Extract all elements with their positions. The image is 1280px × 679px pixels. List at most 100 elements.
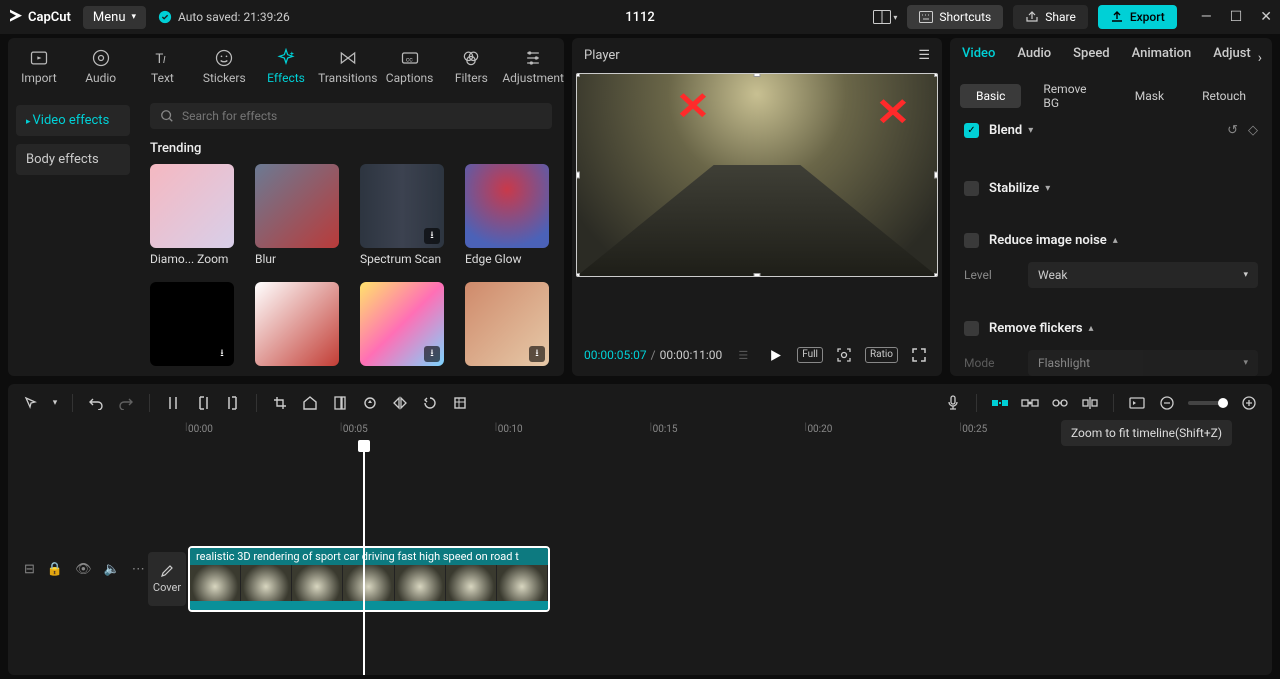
play-button[interactable] <box>764 344 786 366</box>
rtab-animation[interactable]: Animation <box>1132 46 1192 65</box>
download-icon[interactable]: ⭳ <box>424 346 440 362</box>
maximize-button[interactable]: ☐ <box>1230 9 1243 25</box>
crop2-tool[interactable] <box>447 390 473 416</box>
download-icon[interactable]: ⭳ <box>214 346 230 362</box>
download-icon[interactable]: ⭳ <box>424 228 440 244</box>
trim-right-tool[interactable] <box>220 390 246 416</box>
link-tool[interactable] <box>1017 390 1043 416</box>
minimize-button[interactable]: — <box>1201 9 1212 25</box>
panel-scroll-right-icon[interactable]: › <box>1258 50 1262 66</box>
keyframe-reset-icon[interactable]: ↺ <box>1227 123 1238 138</box>
shortcuts-button[interactable]: Shortcuts <box>907 5 1003 29</box>
resize-handle[interactable] <box>934 172 938 179</box>
selection-dropdown[interactable]: ▾ <box>48 390 62 416</box>
track-collapse-icon[interactable]: ⊟ <box>24 562 35 577</box>
effect-thumb[interactable]: ⭳ <box>360 164 444 248</box>
crop-tool[interactable] <box>267 390 293 416</box>
undo-button[interactable] <box>83 390 109 416</box>
prop-remove-flickers[interactable]: Remove flickers ▴ <box>964 317 1258 340</box>
track-mute-icon[interactable]: 🔈 <box>104 562 120 577</box>
rtab-audio[interactable]: Audio <box>1017 46 1051 65</box>
prop-reduce-noise[interactable]: Reduce image noise ▴ <box>964 229 1258 252</box>
checkbox-unchecked-icon[interactable] <box>964 321 979 336</box>
zoom-knob[interactable] <box>1218 398 1228 408</box>
rotate-tool[interactable] <box>417 390 443 416</box>
subtab-basic[interactable]: Basic <box>960 84 1021 108</box>
effect-thumb[interactable] <box>255 164 339 248</box>
timeline-clip[interactable]: realistic 3D rendering of sport car driv… <box>188 546 550 612</box>
full-button[interactable]: Full <box>797 347 823 363</box>
track-lock-icon[interactable]: 🔒 <box>47 562 63 577</box>
align-tool[interactable] <box>1077 390 1103 416</box>
effect-thumb[interactable] <box>150 164 234 248</box>
rtab-adjust[interactable]: Adjust <box>1213 46 1250 65</box>
close-button[interactable]: ✕ <box>1260 9 1272 25</box>
trim-left-tool[interactable] <box>190 390 216 416</box>
chain-tool[interactable] <box>1047 390 1073 416</box>
level-select[interactable]: Weak ▾ <box>1028 262 1258 288</box>
marker-tool[interactable] <box>297 390 323 416</box>
tab-adjustment[interactable]: Adjustment <box>502 44 564 89</box>
resize-handle[interactable] <box>934 273 938 277</box>
list-icon[interactable]: ☰ <box>732 344 754 366</box>
export-button[interactable]: Export <box>1098 5 1177 29</box>
rtab-video[interactable]: Video <box>962 46 995 65</box>
magnet-tool[interactable] <box>987 390 1013 416</box>
tab-transitions[interactable]: Transitions <box>317 44 379 89</box>
resize-handle[interactable] <box>754 273 761 277</box>
resize-handle[interactable] <box>576 172 580 179</box>
resize-handle[interactable] <box>576 273 580 277</box>
scan-icon[interactable] <box>833 344 855 366</box>
reverse-tool[interactable] <box>357 390 383 416</box>
zoom-in-button[interactable] <box>1236 390 1262 416</box>
checkbox-checked-icon[interactable]: ✓ <box>964 123 979 138</box>
zoom-out-button[interactable] <box>1154 390 1180 416</box>
resize-handle[interactable] <box>934 73 938 77</box>
timeline-tracks[interactable]: ⊟ 🔒 👁 🔈 ⋯ Cover realistic 3D rendering o… <box>8 442 1272 675</box>
playhead[interactable] <box>363 442 365 675</box>
prop-blend[interactable]: ✓ Blend ▾ ↺ ◇ <box>964 123 1258 148</box>
fullscreen-icon[interactable] <box>908 344 930 366</box>
track-more-icon[interactable]: ⋯ <box>132 562 145 577</box>
selection-tool[interactable] <box>18 390 44 416</box>
tab-stickers[interactable]: Stickers <box>193 44 255 89</box>
zoom-slider[interactable] <box>1188 401 1228 405</box>
menu-button[interactable]: Menu ▾ <box>83 6 146 29</box>
resize-handle[interactable] <box>576 73 580 77</box>
effects-search-input[interactable] <box>182 109 542 123</box>
preview-toggle[interactable] <box>1124 390 1150 416</box>
mode-select[interactable]: Flashlight ▾ <box>1028 350 1258 376</box>
layout-button[interactable]: ▾ <box>873 5 897 29</box>
cover-button[interactable]: Cover <box>148 552 186 606</box>
tab-captions[interactable]: cc Captions <box>379 44 441 89</box>
share-button[interactable]: Share <box>1013 5 1088 29</box>
sidebar-item-body-effects[interactable]: Body effects <box>16 144 130 175</box>
checkbox-unchecked-icon[interactable] <box>964 233 979 248</box>
effect-thumb[interactable]: ⭳ <box>360 282 444 366</box>
tab-import[interactable]: Import <box>8 44 70 89</box>
subtab-retouch[interactable]: Retouch <box>1186 84 1262 108</box>
tab-text[interactable]: TI Text <box>132 44 194 89</box>
effects-search[interactable] <box>150 103 552 129</box>
effect-thumb[interactable] <box>465 164 549 248</box>
page-tool[interactable] <box>327 390 353 416</box>
player-viewport[interactable]: ✕ ✕ <box>576 73 938 277</box>
subtab-mask[interactable]: Mask <box>1119 84 1180 108</box>
tab-effects[interactable]: Effects <box>255 44 317 89</box>
record-vo-button[interactable] <box>940 390 966 416</box>
checkbox-unchecked-icon[interactable] <box>964 181 979 196</box>
keyframe-icon[interactable]: ◇ <box>1248 123 1258 138</box>
split-tool[interactable] <box>160 390 186 416</box>
redo-button[interactable] <box>113 390 139 416</box>
prop-stabilize[interactable]: Stabilize ▾ <box>964 177 1258 200</box>
mirror-tool[interactable] <box>387 390 413 416</box>
effect-thumb[interactable]: ⭳ <box>465 282 549 366</box>
effect-thumb[interactable]: ⭳ <box>150 282 234 366</box>
sidebar-item-video-effects[interactable]: ▸Video effects <box>16 105 130 136</box>
ratio-button[interactable]: Ratio <box>865 347 898 363</box>
track-visible-icon[interactable]: 👁 <box>75 562 92 577</box>
effect-thumb[interactable] <box>255 282 339 366</box>
rtab-speed[interactable]: Speed <box>1073 46 1109 65</box>
resize-handle[interactable] <box>754 73 761 77</box>
subtab-removebg[interactable]: Remove BG <box>1027 77 1112 115</box>
